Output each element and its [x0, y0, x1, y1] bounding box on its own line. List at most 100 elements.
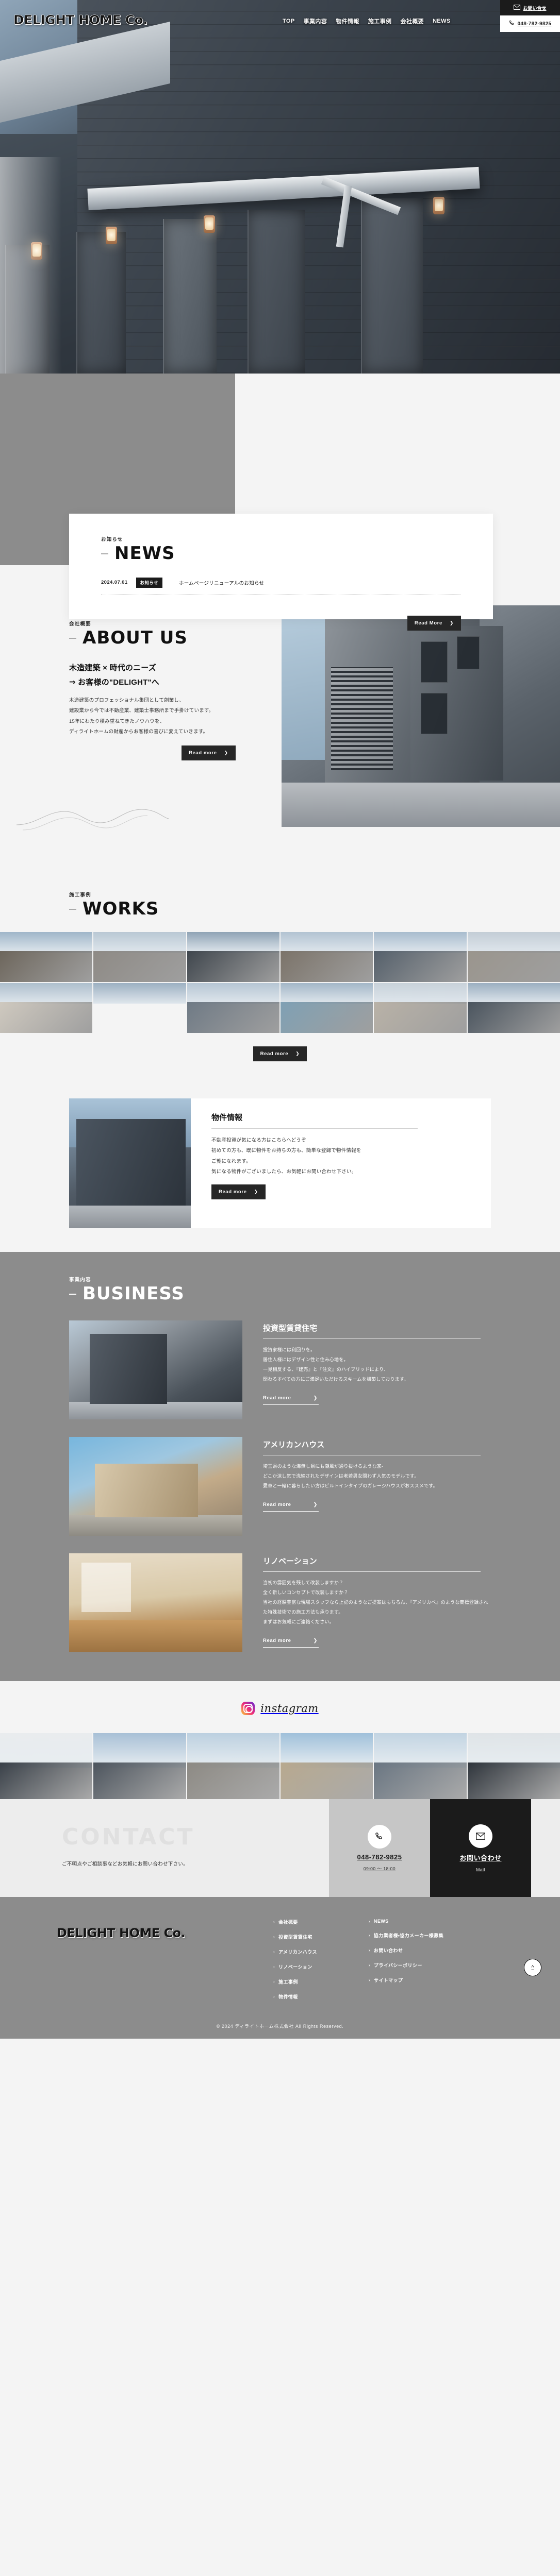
works-header: 施工事例 WORKS	[69, 891, 560, 919]
footer-link-col1-1[interactable]: › 投資型賃貸住宅	[273, 1934, 317, 1940]
news-list-item[interactable]: 2024.07.01 お知らせ ホームページリニューアルのお知らせ	[101, 577, 461, 595]
footer-link-col2-0[interactable]: › NEWS	[369, 1919, 443, 1924]
property-read-more-label: Read more	[219, 1189, 247, 1195]
nav-item-property[interactable]: 物件情報	[336, 17, 359, 25]
chevron-right-icon: ›	[368, 1919, 370, 1924]
news-card: お知らせ NEWS 2024.07.01 お知らせ ホームページリニューアルのお…	[69, 514, 493, 631]
business-item-body: 投資家様には利回りを。 居住人様にはデザイン性と住み心地を。 一見相反する、『建…	[263, 1347, 409, 1382]
contact-mail-button[interactable]: お問い合わせ Mail	[430, 1799, 531, 1897]
instagram-post[interactable]	[374, 1733, 467, 1800]
works-thumbnail[interactable]	[467, 931, 560, 982]
footer-logo[interactable]: DELIGHT HOME Co.	[57, 1926, 273, 1940]
works-thumbnail[interactable]	[187, 931, 279, 982]
header-mail-button[interactable]: お問い合せ	[500, 0, 560, 15]
header-tel-button[interactable]: 048-782-9825	[500, 15, 560, 32]
page-root: DELIGHT HOME Co. TOP 事業内容 物件情報 施工事例 会社概要…	[0, 0, 560, 2039]
business-read-more-button[interactable]: Read more ❯	[263, 1392, 319, 1405]
phone-icon	[368, 1824, 391, 1849]
about-heading-line1: 木造建築 × 時代のニーズ	[69, 663, 156, 672]
footer-link-col2-2[interactable]: › お問い合わせ	[369, 1947, 443, 1954]
works-thumbnail[interactable]	[467, 982, 560, 1033]
footer-link-label: 協力業者様・協力メーカー様募集	[373, 1933, 443, 1939]
news-read-more-button[interactable]: Read More ❯	[407, 616, 461, 631]
business-read-more-label: Read more	[263, 1502, 291, 1508]
property-section: 物件情報 不動産投資が気になる方はこちらへどうぞ 初めての方も、既に物件をお持ち…	[0, 1081, 560, 1252]
envelope-icon	[514, 5, 521, 11]
instagram-post[interactable]	[280, 1733, 373, 1800]
footer-link-col1-4[interactable]: › 施工事例	[273, 1978, 317, 1985]
envelope-icon	[469, 1824, 492, 1848]
instagram-icon	[241, 1702, 255, 1716]
works-thumbnail[interactable]	[374, 982, 467, 1033]
works-thumbnail[interactable]	[187, 982, 279, 1033]
works-thumbnail[interactable]	[280, 982, 373, 1033]
header-mail-label: お問い合せ	[523, 5, 547, 11]
works-thumbnail[interactable]	[0, 982, 93, 1033]
decorative-line-art	[16, 809, 170, 831]
about-heading-line2: ⇒ お客様の"DELIGHT"へ	[69, 678, 159, 687]
site-logo[interactable]: DELIGHT HOME Co.	[13, 12, 148, 28]
nav-item-news[interactable]: NEWS	[433, 18, 451, 24]
works-thumbnail[interactable]	[0, 931, 93, 982]
business-item-text: 投資型賃貸住宅 投資家様には利回りを。 居住人様にはデザイン性と住み心地を。 一…	[242, 1320, 481, 1405]
works-thumbnail[interactable]	[93, 931, 186, 982]
works-thumbnail[interactable]	[374, 931, 467, 982]
footer-link-col2-4[interactable]: › サイトマップ	[369, 1977, 443, 1984]
business-item-body: 当初の雰囲気を残して改装しますか？ 全く新しいコンセプトで改装しますか？ 当社の…	[263, 1580, 488, 1624]
chevron-right-icon: ›	[273, 1979, 275, 1985]
business-read-more-button[interactable]: Read more ❯	[263, 1634, 319, 1648]
footer-link-col2-3[interactable]: › プライバシーポリシー	[369, 1962, 443, 1969]
instagram-link[interactable]: instagram	[241, 1702, 318, 1716]
footer-link-col1-5[interactable]: › 物件情報	[273, 1993, 317, 2000]
footer-link-label: 施工事例	[278, 1979, 298, 1985]
business-item-american-house: アメリカンハウス 埼玉県のような海無し県にも潮風が通り抜けるような家- どこか涼…	[69, 1437, 491, 1536]
business-item-image	[69, 1320, 242, 1420]
contact-tel-hours: 09:00 ～ 18:00	[363, 1866, 396, 1871]
chevron-up-icon: ^	[531, 1964, 534, 1971]
business-read-more-button[interactable]: Read more ❯	[263, 1498, 319, 1512]
news-eyebrow: お知らせ	[101, 537, 123, 543]
instagram-post[interactable]	[187, 1733, 279, 1800]
contact-spacer	[531, 1799, 560, 1897]
footer-link-col1-2[interactable]: › アメリカンハウス	[273, 1948, 317, 1955]
business-item-text: アメリカンハウス 埼玉県のような海無し県にも潮風が通り抜けるような家- どこか涼…	[242, 1437, 481, 1512]
about-text-block: 会社概要 ABOUT US 木造建築 × 時代のニーズ ⇒ お客様の"DELIG…	[69, 620, 286, 761]
about-section: 会社概要 ABOUT US 木造建築 × 時代のニーズ ⇒ お客様の"DELIG…	[0, 595, 560, 868]
instagram-post[interactable]	[93, 1733, 186, 1800]
nav-item-top[interactable]: TOP	[283, 18, 295, 24]
nav-item-works[interactable]: 施工事例	[368, 17, 392, 25]
footer-link-col2-1[interactable]: › 協力業者様・協力メーカー様募集	[369, 1932, 443, 1939]
works-title-text: WORKS	[83, 899, 159, 919]
header-contact-group: お問い合せ 048-782-9825	[500, 0, 560, 32]
chevron-right-icon: ❯	[224, 750, 228, 756]
hero-section: DELIGHT HOME Co. TOP 事業内容 物件情報 施工事例 会社概要…	[0, 0, 560, 374]
instagram-section: instagram	[0, 1681, 560, 1800]
business-header: 事業内容 BUSINESS	[69, 1276, 560, 1303]
works-thumbnail[interactable]	[280, 931, 373, 982]
scroll-to-top-button[interactable]: ^	[524, 1959, 541, 1977]
works-read-more-button[interactable]: Read more ❯	[253, 1046, 307, 1061]
works-thumbnail[interactable]	[93, 982, 186, 1033]
works-read-more-label: Read more	[260, 1050, 289, 1057]
about-title: ABOUT US	[69, 629, 286, 648]
works-section: 施工事例 WORKS Read more ❯	[0, 868, 560, 1082]
property-read-more-button[interactable]: Read more ❯	[211, 1184, 266, 1200]
footer-link-label: リノベーション	[278, 1964, 312, 1970]
footer-copyright: © 2024 ディライトホーム株式会社 All Rights Reserved.	[216, 2024, 344, 2029]
contact-tel-button[interactable]: 048-782-9825 09:00 ～ 18:00	[329, 1799, 430, 1897]
chevron-right-icon: ❯	[449, 620, 454, 625]
footer-link-col1-3[interactable]: › リノベーション	[273, 1963, 317, 1970]
phone-icon	[509, 20, 515, 28]
instagram-post[interactable]	[0, 1733, 93, 1800]
chevron-right-icon: ❯	[295, 1050, 300, 1056]
nav-item-about[interactable]: 会社概要	[400, 17, 424, 25]
contact-mail-label: お問い合わせ	[459, 1854, 502, 1862]
news-section: お知らせ NEWS 2024.07.01 お知らせ ホームページリニューアルのお…	[0, 374, 560, 631]
footer-link-label: NEWS	[373, 1919, 389, 1924]
contact-text-block: CONTACT ご不明点やご相談事などお気軽にお問い合わせ下さい。	[0, 1799, 329, 1897]
footer-link-col1-0[interactable]: › 会社概要	[273, 1919, 317, 1925]
about-read-more-button[interactable]: Read more ❯	[182, 745, 236, 761]
nav-item-business[interactable]: 事業内容	[304, 17, 327, 25]
instagram-post[interactable]	[467, 1733, 560, 1800]
chevron-right-icon: ❯	[254, 1189, 258, 1195]
